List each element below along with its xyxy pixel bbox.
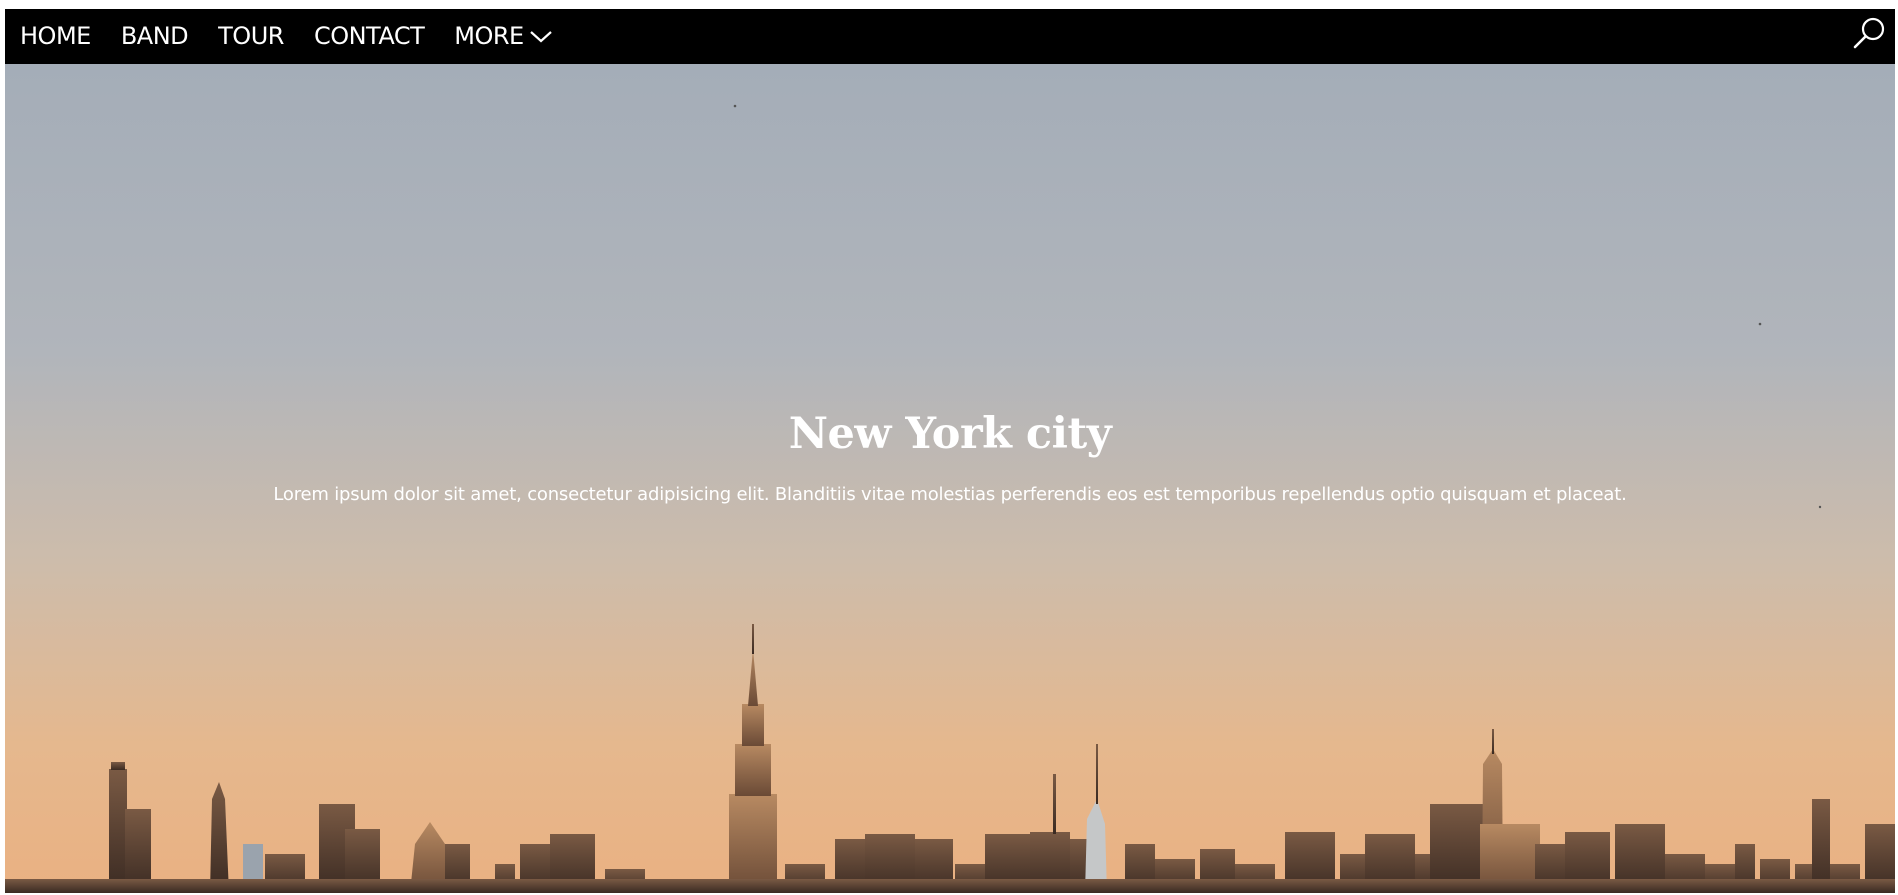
nav-item-more-dropdown[interactable]: MORE [439,9,567,64]
nav-more-label: MORE [454,22,524,50]
hero-title: New York city [788,409,1112,459]
nav-menu: HOME BAND TOUR CONTACT MORE [5,9,568,64]
nav-item-contact[interactable]: CONTACT [299,9,439,64]
top-navbar: HOME BAND TOUR CONTACT MORE [5,9,1895,64]
nav-item-tour[interactable]: TOUR [203,9,299,64]
search-icon [1851,16,1887,57]
nav-item-band[interactable]: BAND [106,9,203,64]
search-button[interactable] [1843,9,1895,64]
hero-section: New York city Lorem ipsum dolor sit amet… [5,64,1895,893]
city-skyline-image [5,64,1895,893]
hero-description: Lorem ipsum dolor sit amet, consectetur … [273,484,1627,505]
chevron-down-icon [529,30,552,43]
nav-item-home[interactable]: HOME [5,9,106,64]
page-frame: HOME BAND TOUR CONTACT MORE New York cit… [5,9,1895,893]
